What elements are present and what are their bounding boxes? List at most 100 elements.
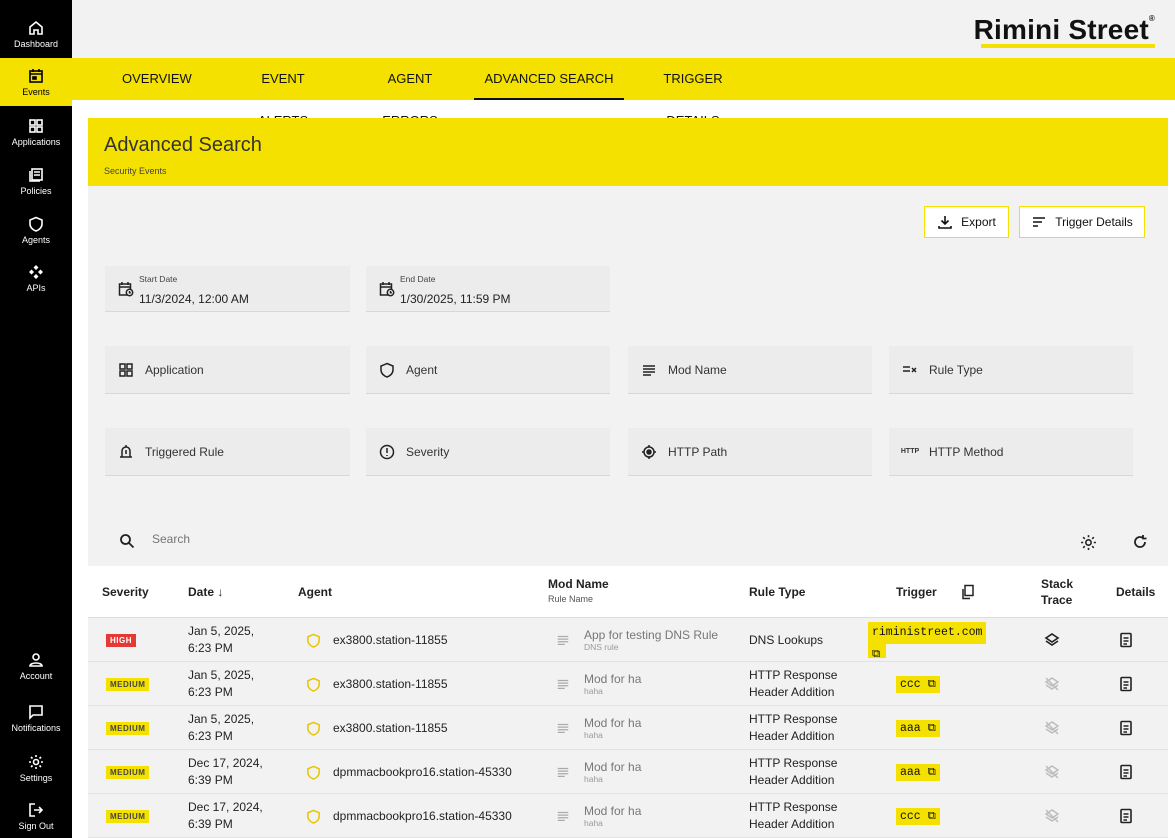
tab-advanced-search[interactable]: ADVANCED SEARCH — [474, 58, 624, 100]
http-path-filter-label: HTTP Path — [668, 444, 728, 459]
copy-icon[interactable]: ⧉ — [928, 678, 936, 691]
row-trigger[interactable]: ccc ⧉ — [896, 807, 940, 825]
table-row[interactable]: HIGH Jan 5, 2025, 6:23 PM ex3800.station-… — [88, 618, 1168, 662]
table-row[interactable]: MEDIUM Dec 17, 2024, 6:39 PM dpmmacbookpr… — [88, 794, 1168, 838]
sidebar-item-notifications[interactable]: Notifications — [0, 694, 72, 742]
row-trigger[interactable]: riministreet.com — [868, 622, 987, 644]
col-stack-trace[interactable]: Stack Trace — [1041, 566, 1073, 618]
http-method-filter[interactable]: HTTP HTTP Method — [889, 428, 1133, 476]
sidebar-item-label: Account — [19, 671, 53, 681]
rule-type-filter[interactable]: Rule Type — [889, 346, 1133, 394]
start-date-field[interactable]: Start Date 11/3/2024, 12:00 AM — [105, 266, 350, 312]
table-row[interactable]: MEDIUM Jan 5, 2025, 6:23 PM ex3800.statio… — [88, 662, 1168, 706]
mod-name-filter[interactable]: Mod Name — [628, 346, 872, 394]
agent-shield-icon — [307, 677, 320, 692]
search-input[interactable] — [152, 532, 552, 546]
row-rule-type: DNS Lookups — [749, 633, 824, 647]
severity-badge: MEDIUM — [106, 721, 150, 735]
tab-bar: OVERVIEW EVENT ALERTS AGENT ERRORS ADVAN… — [72, 58, 1175, 128]
rule-type-icon — [901, 361, 919, 379]
row-mod-name: Mod for ha — [584, 671, 642, 686]
details-icon[interactable] — [1118, 794, 1134, 838]
row-trigger[interactable]: ccc ⧉ — [896, 675, 940, 693]
severity-badge: HIGH — [106, 633, 136, 647]
refresh-icon[interactable] — [1130, 532, 1150, 552]
details-icon[interactable] — [1118, 750, 1134, 794]
sidebar-item-sign-out[interactable]: Sign Out — [0, 792, 72, 838]
row-date: Jan 5, 2025, — [188, 712, 255, 726]
details-icon[interactable] — [1118, 706, 1134, 750]
col-agent[interactable]: Agent — [298, 566, 332, 618]
row-trigger[interactable]: aaa ⧉ — [896, 719, 940, 737]
row-time: 6:23 PM — [188, 641, 233, 655]
lines-icon — [557, 811, 569, 821]
col-mod-name[interactable]: Mod Name Rule Name — [548, 566, 609, 618]
sidebar-item-apis[interactable]: APIs — [0, 254, 72, 302]
copy-icon[interactable]: ⧉ — [928, 810, 936, 823]
end-date-field[interactable]: End Date 1/30/2025, 11:59 PM — [366, 266, 610, 312]
tab-event-alerts[interactable]: EVENT ALERTS — [238, 58, 328, 128]
sidebar-item-applications[interactable]: Applications — [0, 108, 72, 156]
row-date: Dec 17, 2024, — [188, 756, 263, 770]
application-filter[interactable]: Application — [105, 346, 350, 394]
mod-name-filter-label: Mod Name — [668, 362, 727, 377]
row-rule-type-2: Header Addition — [749, 773, 835, 787]
sidebar-item-dashboard[interactable]: Dashboard — [0, 10, 72, 58]
tab-overview[interactable]: OVERVIEW — [122, 58, 192, 100]
col-details[interactable]: Details — [1116, 566, 1155, 618]
app-root: Dashboard Events Applications Policies A… — [0, 0, 1175, 838]
gear-icon[interactable] — [1078, 532, 1098, 552]
search-bar — [88, 518, 1168, 566]
trigger-details-button[interactable]: Trigger Details — [1019, 206, 1145, 238]
search-icon[interactable] — [118, 532, 136, 550]
end-date-value: 1/30/2025, 11:59 PM — [400, 292, 511, 306]
agent-filter[interactable]: Agent — [366, 346, 610, 394]
sidebar: Dashboard Events Applications Policies A… — [0, 0, 72, 838]
col-date[interactable]: Date ↓ — [188, 566, 223, 618]
row-date: Dec 17, 2024, — [188, 800, 263, 814]
row-time: 6:23 PM — [188, 685, 233, 699]
sidebar-item-account[interactable]: Account — [0, 642, 72, 690]
col-rule-type[interactable]: Rule Type — [749, 566, 805, 618]
export-button[interactable]: Export — [924, 206, 1009, 238]
col-trigger[interactable]: Trigger — [896, 566, 937, 618]
agent-shield-icon — [307, 809, 320, 824]
copy-icon[interactable]: ⧉ — [868, 644, 886, 661]
rule-type-filter-label: Rule Type — [929, 362, 983, 377]
stack-trace-disabled-icon — [1044, 794, 1060, 838]
row-agent: ex3800.station-11855 — [333, 721, 448, 735]
copy-column-icon[interactable] — [960, 566, 976, 618]
row-agent: ex3800.station-11855 — [333, 633, 448, 647]
shield-icon — [378, 361, 396, 379]
target-icon — [640, 443, 658, 461]
sidebar-item-label: Dashboard — [13, 39, 59, 49]
copy-icon[interactable]: ⧉ — [928, 766, 936, 779]
download-icon — [938, 216, 952, 229]
trigger-details-label: Trigger Details — [1055, 215, 1133, 229]
stack-trace-icon[interactable] — [1044, 618, 1060, 662]
table-row[interactable]: MEDIUM Dec 17, 2024, 6:39 PM dpmmacbookpr… — [88, 750, 1168, 794]
tab-agent-errors[interactable]: AGENT ERRORS — [364, 58, 456, 128]
row-rule-type: HTTP Response — [749, 800, 838, 814]
top-bar: Rimini Street® — [72, 0, 1175, 58]
row-rule-type-2: Header Addition — [749, 729, 835, 743]
stack-trace-disabled-icon — [1044, 662, 1060, 706]
copy-icon[interactable]: ⧉ — [928, 722, 936, 735]
triggered-rule-filter[interactable]: Triggered Rule — [105, 428, 350, 476]
sidebar-item-agents[interactable]: Agents — [0, 206, 72, 254]
severity-filter[interactable]: Severity — [366, 428, 610, 476]
lines-icon — [557, 679, 569, 689]
row-trigger[interactable]: aaa ⧉ — [896, 763, 940, 781]
sidebar-item-label: APIs — [26, 283, 46, 293]
agent-shield-icon — [307, 721, 320, 736]
details-icon[interactable] — [1118, 618, 1134, 662]
details-icon[interactable] — [1118, 662, 1134, 706]
col-severity[interactable]: Severity — [102, 566, 149, 618]
tab-trigger-details[interactable]: TRIGGER DETAILS — [640, 58, 746, 128]
sidebar-item-events[interactable]: Events — [0, 58, 72, 106]
calendar-clock-icon — [378, 280, 396, 298]
sidebar-item-settings[interactable]: Settings — [0, 744, 72, 792]
http-path-filter[interactable]: HTTP Path — [628, 428, 872, 476]
sidebar-item-policies[interactable]: Policies — [0, 157, 72, 205]
table-row[interactable]: MEDIUM Jan 5, 2025, 6:23 PM ex3800.statio… — [88, 706, 1168, 750]
